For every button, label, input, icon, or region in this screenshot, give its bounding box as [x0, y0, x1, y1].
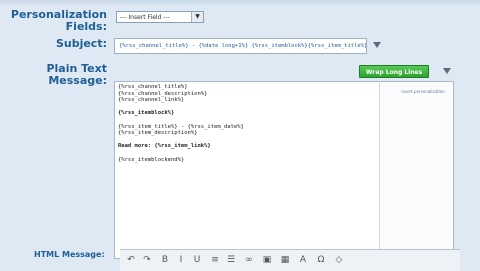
- personalization-label: Personalization Fields:: [10, 8, 107, 33]
- underline-icon[interactable]: U: [192, 255, 202, 265]
- table-icon[interactable]: ▦: [280, 255, 290, 265]
- image-icon[interactable]: ▣: [262, 255, 272, 265]
- plain-text-line: [118, 104, 378, 111]
- wrap-long-lines-button[interactable]: Wrap Long Lines: [359, 65, 429, 78]
- plain-text-line: {%rss_channel_link%}: [118, 97, 185, 104]
- personalization-side-panel: insert personalization: [379, 83, 452, 257]
- plain-text-line: {%rss_itemblock%}: [118, 110, 175, 117]
- source-icon[interactable]: ◇: [334, 255, 344, 265]
- align-left-icon[interactable]: ≡: [210, 255, 220, 265]
- personalization-select[interactable]: --- Insert Field --- ▼: [116, 11, 204, 23]
- plain-text-line: {%rss_itemblockend%}: [118, 156, 185, 163]
- italic-icon[interactable]: I: [176, 255, 186, 265]
- list-icon[interactable]: ☰: [226, 255, 236, 265]
- plain-text-line: {%rss_item_description%}: [118, 130, 198, 137]
- subject-label: Subject:: [55, 37, 107, 50]
- bold-icon[interactable]: B: [160, 255, 170, 265]
- plain-text-label: Plain Text Message:: [46, 62, 107, 87]
- text-color-icon[interactable]: A: [298, 255, 308, 265]
- html-message-label: HTML Message:: [34, 250, 105, 259]
- subject-input[interactable]: {%rss_channel_title%} - {%date long+1%} …: [114, 38, 367, 54]
- plain-text-line: [118, 117, 378, 124]
- plain-text-line: {%rss_item_title%} - {%rss_item_date%}: [118, 123, 244, 130]
- undo-icon[interactable]: ↶: [126, 255, 136, 265]
- plain-text-line: [118, 137, 378, 144]
- top-bar: [0, 0, 480, 6]
- link-icon[interactable]: ∞: [244, 255, 254, 265]
- html-editor-toolbar: ↶ ↷ B I U ≡ ☰ ∞ ▣ ▦ A Ω ◇: [120, 249, 460, 271]
- plain-text-message-textarea[interactable]: {%rss_channel_title%} {%rss_channel_descr…: [114, 81, 454, 259]
- chevron-down-icon[interactable]: ▼: [191, 12, 203, 22]
- plain-text-content: {%rss_channel_title%} {%rss_channel_descr…: [118, 84, 378, 163]
- personalization-select-value: --- Insert Field ---: [120, 14, 170, 21]
- plain-text-line: {%rss_channel_description%}: [118, 90, 208, 97]
- redo-icon[interactable]: ↷: [142, 255, 152, 265]
- edit-pen-icon[interactable]: [442, 66, 452, 76]
- insert-personalization-link[interactable]: insert personalization: [400, 89, 446, 94]
- plain-text-line: {%rss_channel_title%}: [118, 84, 188, 90]
- edit-pen-icon[interactable]: [372, 40, 382, 50]
- special-char-icon[interactable]: Ω: [316, 255, 326, 265]
- plain-text-line: Read more: {%rss_item_link%}: [118, 143, 211, 150]
- plain-text-line: [118, 150, 378, 157]
